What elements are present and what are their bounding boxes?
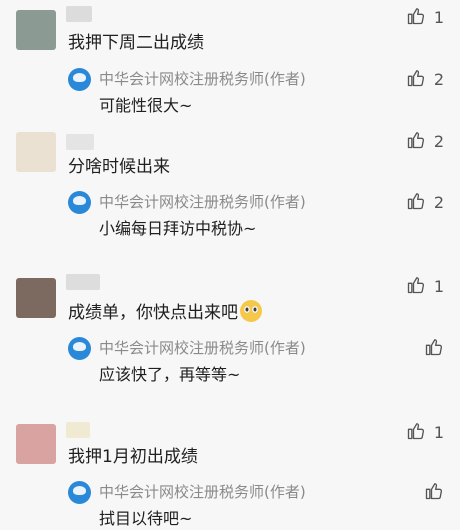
author-reply: 中华会计网校注册税务师(作者) 应该快了，再等等~ xyxy=(68,337,460,389)
like-count: 2 xyxy=(433,132,444,151)
commenter-name[interactable] xyxy=(66,422,90,438)
reply-text: 小编每日拜访中税协~ xyxy=(99,219,257,238)
avatar[interactable] xyxy=(16,132,56,172)
like-button[interactable]: 1 xyxy=(406,275,444,299)
author-reply: 中华会计网校注册税务师(作者) 拭目以待吧~ xyxy=(68,481,460,529)
author-logo-icon xyxy=(68,481,91,504)
avatar[interactable] xyxy=(16,278,56,318)
comment-text: 我押1月初出成绩 xyxy=(68,447,198,467)
author-reply: 中华会计网校注册税务师(作者) 小编每日拜访中税协~ 2 xyxy=(68,191,460,243)
reply-like-button[interactable] xyxy=(424,481,444,505)
like-button[interactable]: 2 xyxy=(406,130,444,154)
comment-text-content: 成绩单，你快点出来吧 xyxy=(68,303,238,323)
reply-text: 拭目以待吧~ xyxy=(99,509,193,528)
like-count: 1 xyxy=(433,277,444,296)
avatar[interactable] xyxy=(16,424,56,464)
thumbs-up-icon xyxy=(406,191,426,215)
reply-like-button[interactable]: 2 xyxy=(406,191,444,215)
commenter-name[interactable] xyxy=(66,6,92,22)
thumbs-up-icon xyxy=(406,68,426,92)
thumbs-up-icon xyxy=(406,421,426,445)
like-button[interactable]: 1 xyxy=(406,421,444,445)
reply-author[interactable]: 中华会计网校注册税务师(作者) xyxy=(99,68,306,90)
like-count: 1 xyxy=(433,423,444,442)
like-button[interactable]: 1 xyxy=(406,6,444,30)
thumbs-up-icon xyxy=(406,6,426,30)
commenter-name[interactable] xyxy=(66,134,94,150)
pleading-face-icon xyxy=(240,300,262,322)
like-count: 2 xyxy=(433,70,444,89)
reply-like-button[interactable] xyxy=(424,337,444,361)
comment-text: 分啥时候出来 xyxy=(68,157,170,177)
like-count: 1 xyxy=(433,8,444,27)
avatar[interactable] xyxy=(16,10,56,50)
reply-author[interactable]: 中华会计网校注册税务师(作者) xyxy=(99,191,306,213)
author-reply: 中华会计网校注册税务师(作者) 可能性很大~ 2 xyxy=(68,68,460,120)
author-logo-icon xyxy=(68,68,91,91)
reply-author[interactable]: 中华会计网校注册税务师(作者) xyxy=(99,481,306,503)
author-logo-icon xyxy=(68,191,91,214)
thumbs-up-icon xyxy=(424,337,444,361)
reply-author[interactable]: 中华会计网校注册税务师(作者) xyxy=(99,337,306,359)
comment-text: 我押下周二出成绩 xyxy=(68,33,204,53)
commenter-name[interactable] xyxy=(66,274,100,290)
reply-text: 可能性很大~ xyxy=(99,96,193,115)
like-count: 2 xyxy=(433,193,444,212)
thumbs-up-icon xyxy=(406,275,426,299)
thumbs-up-icon xyxy=(424,481,444,505)
comment-text: 成绩单，你快点出来吧 xyxy=(68,300,262,325)
reply-like-button[interactable]: 2 xyxy=(406,68,444,92)
reply-text: 应该快了，再等等~ xyxy=(99,365,241,384)
author-logo-icon xyxy=(68,337,91,360)
thumbs-up-icon xyxy=(406,130,426,154)
